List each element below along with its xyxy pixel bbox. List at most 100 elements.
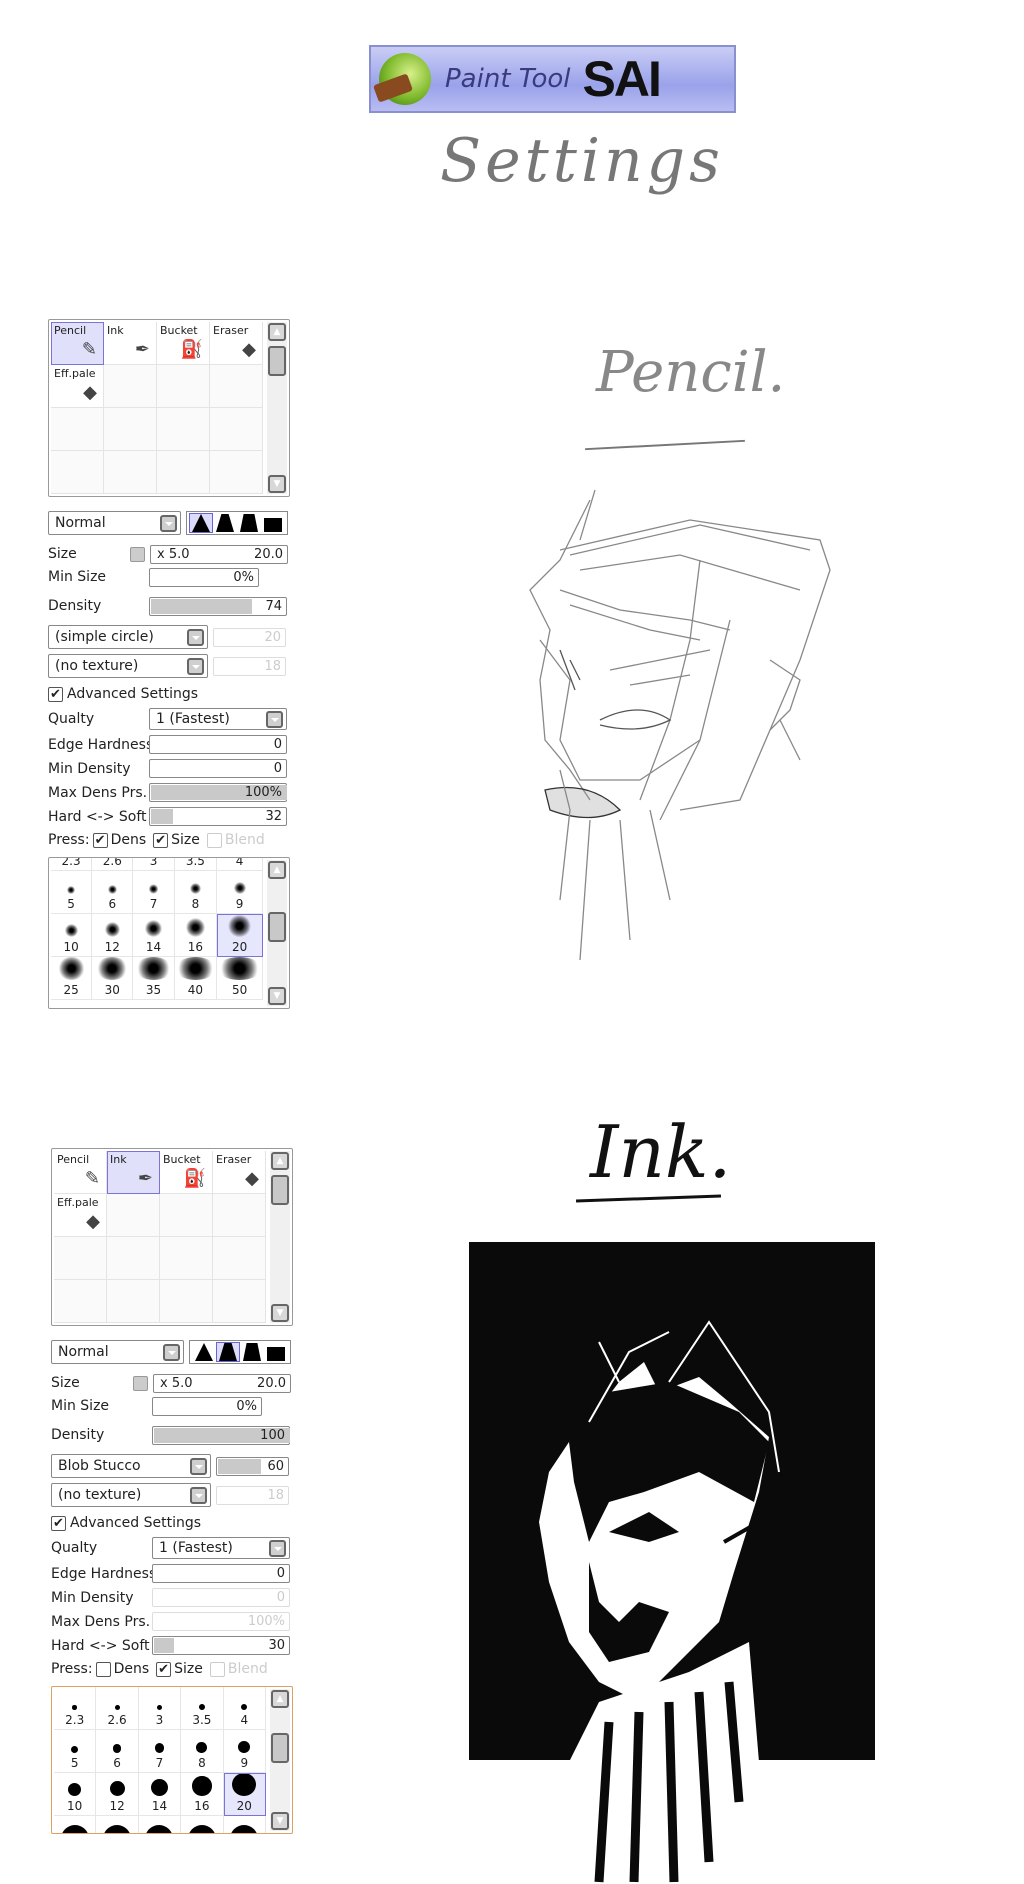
scrollbar[interactable]: ▲ ▼ bbox=[270, 1689, 290, 1831]
empty-tool-slot[interactable] bbox=[157, 408, 210, 451]
brush-size-20[interactable]: 20 bbox=[217, 914, 263, 957]
scroll-thumb[interactable] bbox=[271, 1733, 289, 1763]
advanced-settings-checkbox[interactable]: ✔ bbox=[51, 1515, 66, 1531]
edge-shape-3-icon[interactable] bbox=[262, 514, 284, 532]
scroll-up-button[interactable]: ▲ bbox=[271, 1152, 289, 1170]
empty-tool-slot[interactable] bbox=[160, 1237, 213, 1280]
scroll-thumb[interactable] bbox=[268, 912, 286, 942]
edge-shape-2-icon[interactable] bbox=[241, 1343, 263, 1361]
edge-hardness-field[interactable]: 0 bbox=[149, 735, 287, 754]
brush-size-6[interactable]: 6 bbox=[96, 1730, 139, 1773]
brush-size-2.6[interactable]: 2.6 bbox=[96, 1687, 139, 1730]
brush-shape-select[interactable]: Blob Stucco bbox=[51, 1454, 211, 1478]
brush-size-40[interactable]: 40 bbox=[174, 957, 218, 1000]
empty-tool-slot[interactable] bbox=[51, 451, 104, 494]
edge-shape-0-icon[interactable] bbox=[193, 1343, 215, 1361]
max-dens-prs-field[interactable]: 100% bbox=[149, 783, 287, 802]
brush-size-35[interactable] bbox=[139, 1816, 182, 1833]
chevron-down-icon[interactable] bbox=[269, 1540, 286, 1557]
min-size-field[interactable]: 0% bbox=[152, 1396, 262, 1416]
brush-size-8[interactable]: 8 bbox=[181, 1730, 224, 1773]
brush-size-12[interactable]: 12 bbox=[92, 914, 134, 957]
empty-tool-slot[interactable] bbox=[160, 1280, 213, 1323]
scrollbar[interactable]: ▲ ▼ bbox=[267, 322, 287, 494]
scroll-down-button[interactable]: ▼ bbox=[268, 475, 286, 493]
empty-tool-slot[interactable] bbox=[104, 365, 157, 408]
scroll-down-button[interactable]: ▼ bbox=[268, 987, 286, 1005]
brush-size-30[interactable] bbox=[96, 1816, 139, 1833]
scroll-up-button[interactable]: ▲ bbox=[268, 323, 286, 341]
empty-tool-slot[interactable] bbox=[107, 1237, 160, 1280]
chevron-down-icon[interactable] bbox=[163, 1344, 180, 1361]
texture-select[interactable]: (no texture) bbox=[51, 1483, 211, 1507]
press-dens-checkbox[interactable] bbox=[95, 1661, 111, 1677]
brush-size-14[interactable]: 14 bbox=[133, 914, 175, 957]
brush-size-4[interactable]: 4 bbox=[223, 1687, 266, 1730]
tool-pencil[interactable]: Pencil ✎ bbox=[54, 1151, 107, 1194]
brush-size-14[interactable]: 14 bbox=[138, 1773, 182, 1816]
brush-size-5[interactable]: 5 bbox=[51, 871, 93, 914]
chevron-down-icon[interactable] bbox=[187, 658, 204, 675]
brush-size-6[interactable]: 6 bbox=[92, 871, 134, 914]
brush-size-8[interactable]: 8 bbox=[174, 871, 218, 914]
brush-size-5[interactable]: 5 bbox=[54, 1730, 97, 1773]
edge-shape-selector[interactable] bbox=[186, 511, 288, 535]
hard-soft-field[interactable]: 32 bbox=[149, 807, 287, 826]
tool-eraser[interactable]: Eraser ◆ bbox=[210, 322, 263, 365]
scrollbar[interactable]: ▲ ▼ bbox=[267, 860, 287, 1006]
hard-soft-field[interactable]: 30 bbox=[152, 1636, 290, 1655]
size-range-button[interactable] bbox=[130, 546, 145, 562]
tool-bucket[interactable]: Bucket ⛽ bbox=[160, 1151, 213, 1194]
edge-shape-3-icon[interactable] bbox=[265, 1343, 287, 1361]
press-dens-checkbox[interactable]: ✔ bbox=[92, 832, 108, 848]
texture-select[interactable]: (no texture) bbox=[48, 654, 208, 678]
quality-select[interactable]: 1 (Fastest) bbox=[149, 708, 287, 730]
size-field[interactable]: x 5.0 20.0 bbox=[150, 544, 288, 564]
brush-size-7[interactable]: 7 bbox=[133, 871, 175, 914]
size-range-button[interactable] bbox=[133, 1375, 148, 1391]
empty-tool-slot[interactable] bbox=[213, 1237, 266, 1280]
empty-tool-slot[interactable] bbox=[104, 451, 157, 494]
empty-tool-slot[interactable] bbox=[51, 408, 104, 451]
empty-tool-slot[interactable] bbox=[107, 1194, 160, 1237]
brush-size-3[interactable]: 3 bbox=[138, 1687, 182, 1730]
empty-tool-slot[interactable] bbox=[160, 1194, 213, 1237]
advanced-settings-checkbox[interactable]: ✔ bbox=[48, 686, 63, 702]
empty-tool-slot[interactable] bbox=[210, 451, 263, 494]
brush-size-7[interactable]: 7 bbox=[138, 1730, 182, 1773]
empty-tool-slot[interactable] bbox=[213, 1194, 266, 1237]
brush-size-9[interactable]: 9 bbox=[217, 871, 263, 914]
brush-size-3.5[interactable]: 3.5 bbox=[174, 858, 218, 871]
size-field[interactable]: x 5.0 20.0 bbox=[153, 1373, 291, 1393]
chevron-down-icon[interactable] bbox=[160, 515, 177, 532]
edge-shape-1-icon[interactable] bbox=[214, 514, 236, 532]
press-size-checkbox[interactable]: ✔ bbox=[156, 1661, 172, 1677]
brush-size-4[interactable]: 4 bbox=[217, 858, 263, 871]
brush-size-3[interactable]: 3 bbox=[133, 858, 175, 871]
chevron-down-icon[interactable] bbox=[190, 1458, 207, 1475]
press-size-checkbox[interactable]: ✔ bbox=[153, 832, 169, 848]
scroll-up-button[interactable]: ▲ bbox=[268, 861, 286, 879]
tool-eff-pale[interactable]: Eff.pale ◆ bbox=[51, 365, 104, 408]
tool-bucket[interactable]: Bucket ⛽ bbox=[157, 322, 210, 365]
chevron-down-icon[interactable] bbox=[190, 1487, 207, 1504]
brush-size-10[interactable]: 10 bbox=[51, 914, 93, 957]
brush-size-25[interactable] bbox=[54, 1816, 97, 1833]
empty-tool-slot[interactable] bbox=[107, 1280, 160, 1323]
tool-eff-pale[interactable]: Eff.pale ◆ bbox=[54, 1194, 107, 1237]
blend-mode-select[interactable]: Normal bbox=[51, 1340, 184, 1364]
scrollbar[interactable]: ▲ ▼ bbox=[270, 1151, 290, 1323]
brush-size-2.3[interactable]: 2.3 bbox=[51, 858, 93, 871]
brush-size-30[interactable]: 30 bbox=[92, 957, 134, 1000]
scroll-thumb[interactable] bbox=[271, 1175, 289, 1205]
brush-shape-select[interactable]: (simple circle) bbox=[48, 625, 208, 649]
scroll-up-button[interactable]: ▲ bbox=[271, 1690, 289, 1708]
scroll-down-button[interactable]: ▼ bbox=[271, 1304, 289, 1322]
empty-tool-slot[interactable] bbox=[54, 1237, 107, 1280]
density-slider[interactable]: 74 bbox=[149, 596, 287, 616]
scroll-down-button[interactable]: ▼ bbox=[271, 1812, 289, 1830]
brush-size-10[interactable]: 10 bbox=[54, 1773, 97, 1816]
empty-tool-slot[interactable] bbox=[213, 1280, 266, 1323]
brush-size-50[interactable] bbox=[224, 1816, 266, 1833]
brush-size-16[interactable]: 16 bbox=[181, 1773, 224, 1816]
